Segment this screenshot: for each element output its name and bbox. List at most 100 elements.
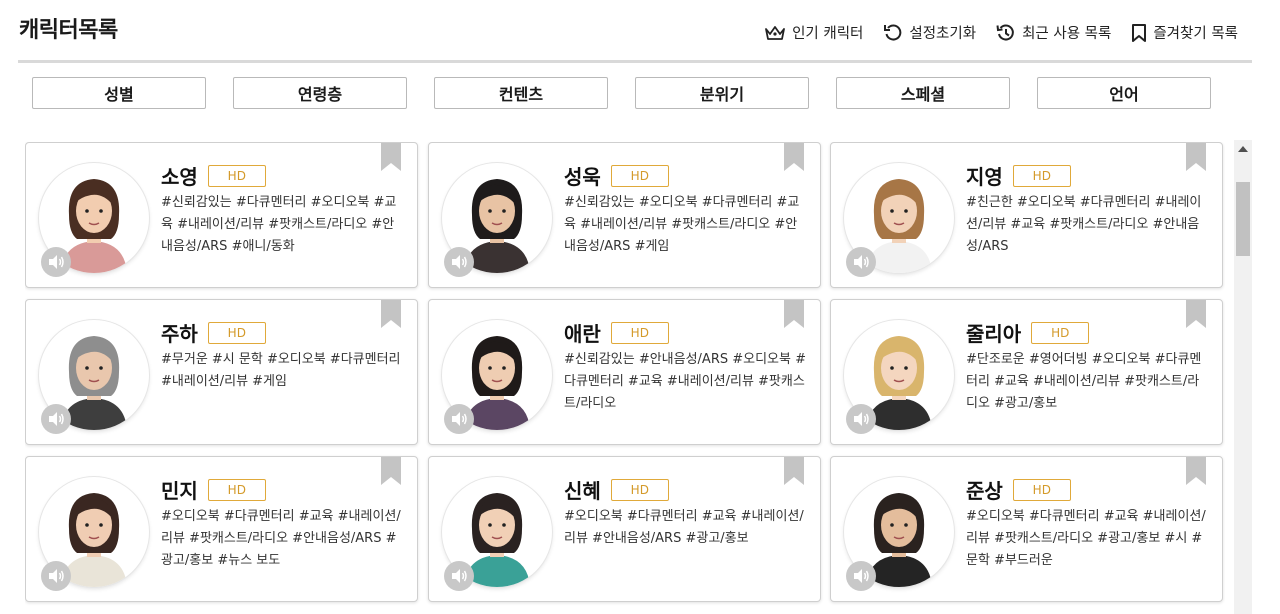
character-card[interactable]: 신혜 HD #오디오북 #다큐멘터리 #교육 #내레이션/리뷰 #안내음성/AR… [428,456,821,602]
speaker-icon [49,255,64,269]
character-card[interactable]: 애란 HD #신뢰감있는 #안내음성/ARS #오디오북 #다큐멘터리 #교육 … [428,299,821,445]
avatar-wrapper [844,163,954,277]
bookmark-toggle[interactable] [784,143,804,175]
bookmark-toggle[interactable] [784,457,804,489]
name-row: 소영 HD [161,161,266,190]
speaker-icon [854,569,869,583]
page-header: 캐릭터목록 인기 캐릭터 설정초기화 최근 사용 목록 즐겨찾기 목록 [0,0,1280,63]
hd-badge: HD [610,164,669,187]
speaker-icon [49,412,64,426]
character-card[interactable]: 소영 HD #신뢰감있는 #다큐멘터리 #오디오북 #교육 #내레이션/리뷰 #… [25,142,418,288]
avatar-wrapper [39,320,149,434]
play-voice-button[interactable] [41,404,71,434]
hd-badge: HD [207,478,266,501]
name-row: 준상 HD [966,475,1071,504]
top-actions: 인기 캐릭터 설정초기화 최근 사용 목록 즐겨찾기 목록 [744,22,1238,43]
character-card[interactable]: 성욱 HD #신뢰감있는 #오디오북 #다큐멘터리 #교육 #내레이션/리뷰 #… [428,142,821,288]
character-name: 성욱 [564,165,601,189]
popular-characters-button[interactable]: 인기 캐릭터 [764,22,863,43]
character-card[interactable]: 준상 HD #오디오북 #다큐멘터리 #교육 #내레이션/리뷰 #팟캐스트/라디… [830,456,1223,602]
character-card[interactable]: 민지 HD #오디오북 #다큐멘터리 #교육 #내레이션/리뷰 #팟캐스트/라디… [25,456,418,602]
page-title: 캐릭터목록 [19,18,118,43]
character-name: 주하 [161,322,198,346]
character-grid: 소영 HD #신뢰감있는 #다큐멘터리 #오디오북 #교육 #내레이션/리뷰 #… [25,142,1225,614]
name-row: 민지 HD [161,475,266,504]
character-name: 민지 [161,479,198,503]
filter-bar: 성별 연령층 컨텐츠 분위기 스페셜 언어 [32,77,1238,109]
character-tags: #오디오북 #다큐멘터리 #교육 #내레이션/리뷰 #안내음성/ARS #광고/… [564,509,804,546]
bookmark-icon [1186,300,1206,328]
play-voice-button[interactable] [846,404,876,434]
character-card[interactable]: 주하 HD #무거운 #시 문학 #오디오북 #다큐멘터리 #내레이션/리뷰 #… [25,299,418,445]
avatar-wrapper [442,320,552,434]
filter-special[interactable]: 스페셜 [836,77,1010,109]
scroll-up-arrow-icon [1238,146,1248,152]
name-row: 주하 HD [161,318,266,347]
favorites-list-label: 즐겨찾기 목록 [1153,26,1238,42]
play-voice-button[interactable] [444,404,474,434]
play-voice-button[interactable] [41,561,71,591]
bookmark-toggle[interactable] [1186,143,1206,175]
character-card[interactable]: 줄리아 HD #단조로운 #영어더빙 #오디오북 #다큐멘터리 #교육 #내레이… [830,299,1223,445]
character-name: 소영 [161,165,198,189]
filter-mood[interactable]: 분위기 [635,77,809,109]
speaker-icon [452,255,467,269]
reset-icon [884,24,902,40]
bookmark-icon [784,300,804,328]
speaker-icon [452,412,467,426]
bookmark-icon [1186,143,1206,171]
play-voice-button[interactable] [444,561,474,591]
character-tags: #무거운 #시 문학 #오디오북 #다큐멘터리 #내레이션/리뷰 #게임 [161,352,401,389]
bookmark-toggle[interactable] [381,457,401,489]
bookmark-icon [381,143,401,171]
recent-list-button[interactable]: 최근 사용 목록 [996,22,1111,43]
reset-settings-button[interactable]: 설정초기화 [883,22,976,43]
avatar-wrapper [844,477,954,591]
character-name: 신혜 [564,479,601,503]
hd-badge: HD [1012,164,1071,187]
bookmark-icon [1132,23,1147,42]
hd-badge: HD [1012,478,1071,501]
avatar-wrapper [39,477,149,591]
character-name: 지영 [966,165,1003,189]
play-voice-button[interactable] [41,247,71,277]
play-voice-button[interactable] [846,561,876,591]
bookmark-toggle[interactable] [381,300,401,332]
speaker-icon [854,255,869,269]
avatar-wrapper [442,163,552,277]
popular-characters-label: 인기 캐릭터 [792,26,864,42]
recent-list-label: 최근 사용 목록 [1022,26,1112,42]
bookmark-toggle[interactable] [381,143,401,175]
character-name: 줄리아 [966,322,1022,346]
bookmark-icon [1186,457,1206,485]
bookmark-icon [784,457,804,485]
speaker-icon [452,569,467,583]
bookmark-toggle[interactable] [784,300,804,332]
character-tags: #오디오북 #다큐멘터리 #교육 #내레이션/리뷰 #팟캐스트/라디오 #광고/… [966,509,1206,568]
speaker-icon [49,569,64,583]
play-voice-button[interactable] [444,247,474,277]
filter-language[interactable]: 언어 [1037,77,1211,109]
play-voice-button[interactable] [846,247,876,277]
hd-badge: HD [207,164,266,187]
avatar-wrapper [442,477,552,591]
character-card[interactable]: 지영 HD #친근한 #오디오북 #다큐멘터리 #내레이션/리뷰 #교육 #팟캐… [830,142,1223,288]
scroll-up-button[interactable] [1234,140,1252,158]
scroll-thumb[interactable] [1236,182,1250,256]
scrollbar[interactable] [1234,140,1252,614]
favorites-list-button[interactable]: 즐겨찾기 목록 [1131,22,1238,43]
character-tags: #단조로운 #영어더빙 #오디오북 #다큐멘터리 #교육 #내레이션/리뷰 #팟… [966,352,1202,411]
avatar-wrapper [39,163,149,277]
hd-badge: HD [1031,321,1090,344]
name-row: 지영 HD [966,161,1071,190]
name-row: 애란 HD [564,318,669,347]
filter-age[interactable]: 연령층 [233,77,407,109]
bookmark-icon [381,300,401,328]
filter-gender[interactable]: 성별 [32,77,206,109]
name-row: 줄리아 HD [966,318,1090,347]
filter-content[interactable]: 컨텐츠 [434,77,608,109]
bookmark-icon [381,457,401,485]
bookmark-toggle[interactable] [1186,457,1206,489]
character-tags: #신뢰감있는 #안내음성/ARS #오디오북 #다큐멘터리 #교육 #내레이션/… [564,352,807,411]
bookmark-toggle[interactable] [1186,300,1206,332]
